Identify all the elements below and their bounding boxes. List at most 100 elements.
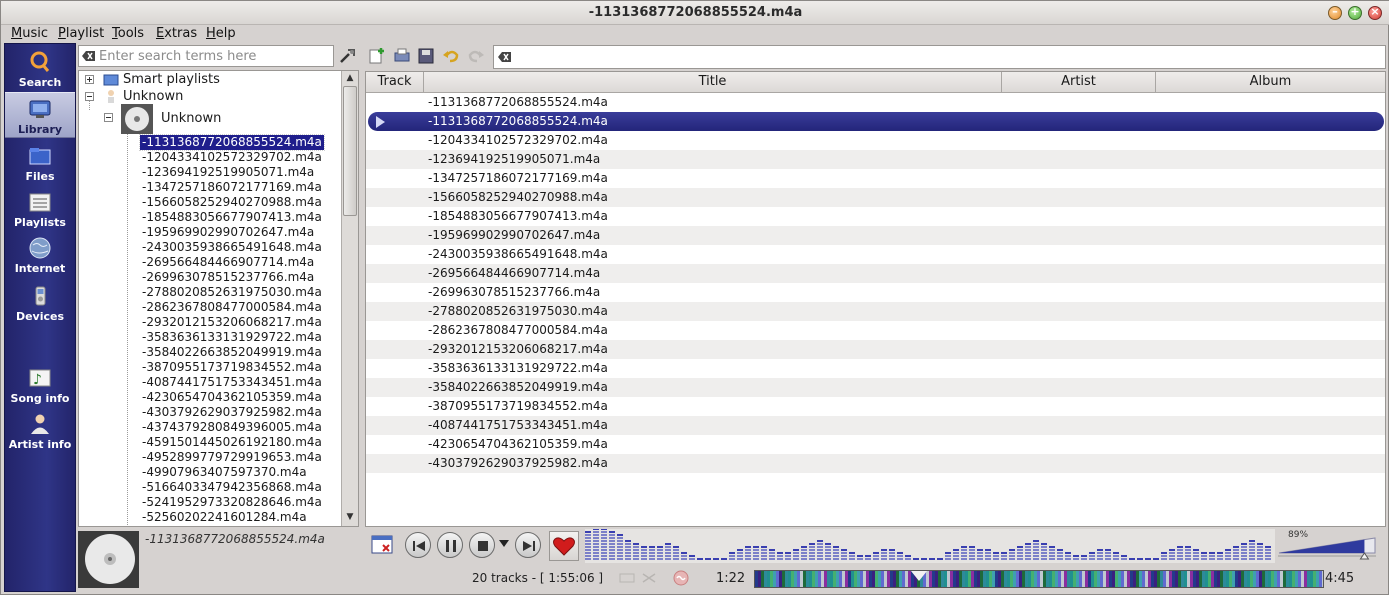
library-track-item[interactable]: -1566058252940270988.m4a [140, 195, 324, 210]
playlist-row[interactable]: -3583636133131929722.m4a [366, 359, 1385, 378]
tab-files[interactable]: Files [5, 140, 75, 186]
library-track-item[interactable]: -5241952973320828646.m4a [140, 495, 324, 510]
repeat-icon[interactable] [641, 572, 657, 584]
playlist-row[interactable]: -1204334102572329702.m4a [366, 131, 1385, 150]
playlist-row[interactable]: -2430035938665491648.m4a [366, 245, 1385, 264]
playlist-row[interactable]: -4303792629037925982.m4a [366, 454, 1385, 473]
tree-album-unknown[interactable]: Unknown [104, 104, 334, 134]
playlist-row[interactable]: -4087441751753343451.m4a [366, 416, 1385, 435]
library-track-item[interactable]: -4303792629037925982.m4a [140, 405, 324, 420]
scroll-up-icon[interactable]: ▲ [344, 73, 356, 85]
menu-playlist[interactable]: Playlist [58, 26, 104, 41]
playlist-row[interactable]: -195969902990702647.m4a [366, 226, 1385, 245]
next-button[interactable] [515, 532, 541, 558]
love-button[interactable] [549, 531, 579, 561]
scrollbar-thumb[interactable] [343, 86, 357, 216]
library-track-item[interactable]: -2932012153206068217.m4a [140, 315, 324, 330]
menu-help[interactable]: Help [206, 26, 236, 41]
stop-button[interactable] [469, 532, 495, 558]
tree-artist-unknown[interactable]: Unknown [85, 89, 335, 104]
library-track-item[interactable]: -1131368772068855524.m4a [139, 134, 325, 151]
column-artist[interactable]: Artist [1002, 72, 1156, 93]
collapse-icon[interactable] [85, 92, 94, 101]
playlist-row[interactable]: -1854883056677907413.m4a [366, 207, 1385, 226]
seek-handle[interactable] [910, 571, 927, 581]
library-track-item[interactable]: -3583636133131929722.m4a [140, 330, 324, 345]
playlist-filter-input[interactable] [514, 49, 1374, 65]
expand-icon[interactable] [85, 75, 94, 84]
playlist-row[interactable]: -4230654704362105359.m4a [366, 435, 1385, 454]
tab-playlists[interactable]: Playlists [5, 186, 75, 232]
lastfm-icon[interactable] [673, 570, 689, 586]
library-track-item[interactable]: -52560202241601284.m4a [140, 510, 309, 525]
library-search-input[interactable] [99, 48, 329, 64]
playlist-row[interactable]: -1131368772068855524.m4a [368, 112, 1384, 131]
library-track-item[interactable]: -4952899779729919653.m4a [140, 450, 324, 465]
library-track-item[interactable]: -2862367808477000584.m4a [140, 300, 324, 315]
playlist-row[interactable]: -3584022663852049919.m4a [366, 378, 1385, 397]
library-track-item[interactable]: -1347257186072177169.m4a [140, 180, 324, 195]
playlist-row[interactable]: -123694192519905071.m4a [366, 150, 1385, 169]
collapse-icon[interactable] [104, 113, 113, 122]
menu-tools[interactable]: Tools [112, 26, 144, 41]
new-playlist-icon[interactable] [368, 47, 386, 65]
library-track-item[interactable]: -123694192519905071.m4a [140, 165, 316, 180]
library-track-item[interactable]: -3870955173719834552.m4a [140, 360, 324, 375]
playlist-row[interactable]: -1131368772068855524.m4a [366, 93, 1385, 112]
volume-slider[interactable] [1278, 536, 1376, 560]
library-track-item[interactable]: -2430035938665491648.m4a [140, 240, 324, 255]
clear-search-icon[interactable] [82, 50, 95, 62]
load-playlist-icon[interactable] [393, 47, 411, 65]
library-track-item[interactable]: -4230654704362105359.m4a [140, 390, 324, 405]
playlist-row[interactable]: -3870955173719834552.m4a [366, 397, 1385, 416]
scroll-down-icon[interactable]: ▼ [344, 512, 356, 524]
minimize-button[interactable]: – [1328, 5, 1342, 20]
tree-scrollbar[interactable]: ▲ ▼ [341, 71, 358, 526]
menu-music[interactable]: Music [11, 26, 48, 41]
library-track-item[interactable]: -1204334102572329702.m4a [140, 150, 324, 165]
column-track[interactable]: Track [366, 72, 424, 93]
menu-extras[interactable]: Extras [156, 26, 197, 41]
tab-library[interactable]: Library [5, 92, 75, 138]
maximize-button[interactable]: + [1348, 5, 1362, 20]
playlist-row[interactable]: -1566058252940270988.m4a [366, 188, 1385, 207]
playlist-row[interactable]: -2862367808477000584.m4a [366, 321, 1385, 340]
column-album[interactable]: Album [1156, 72, 1385, 93]
close-button[interactable]: × [1368, 5, 1382, 20]
previous-button[interactable] [405, 532, 431, 558]
playlist-row[interactable]: -269963078515237766.m4a [366, 283, 1385, 302]
tab-devices[interactable]: Devices [5, 280, 75, 326]
library-track-item[interactable]: -269566484466907714.m4a [140, 255, 316, 270]
clear-playlist-icon[interactable] [371, 534, 393, 556]
chevron-down-icon[interactable] [499, 540, 509, 548]
tab-artist-info[interactable]: Artist info [5, 408, 75, 454]
tab-song-info[interactable]: ♪ Song info [5, 362, 75, 408]
redo-icon[interactable] [467, 47, 485, 65]
tab-search[interactable]: Search [5, 46, 75, 92]
column-title[interactable]: Title [424, 72, 1002, 93]
library-track-item[interactable]: -269963078515237766.m4a [140, 270, 316, 285]
seek-bar[interactable] [754, 570, 1324, 588]
shuffle-icon[interactable] [619, 572, 635, 584]
library-track-item[interactable]: -3584022663852049919.m4a [140, 345, 324, 360]
clear-filter-icon[interactable] [498, 51, 511, 63]
playlist-row[interactable]: -269566484466907714.m4a [366, 264, 1385, 283]
undo-icon[interactable] [442, 47, 460, 65]
library-track-item[interactable]: -4591501445026192180.m4a [140, 435, 324, 450]
library-track-item[interactable]: -2788020852631975030.m4a [140, 285, 324, 300]
library-track-item[interactable]: -5166403347942356868.m4a [140, 480, 324, 495]
playlist-row[interactable]: -2932012153206068217.m4a [366, 340, 1385, 359]
playlist-row[interactable]: -1347257186072177169.m4a [366, 169, 1385, 188]
library-track-item[interactable]: -4374379280849396005.m4a [140, 420, 324, 435]
library-track-item[interactable]: -49907963407597370.m4a [140, 465, 309, 480]
tab-internet[interactable]: Internet [5, 232, 75, 278]
library-track-item[interactable]: -1854883056677907413.m4a [140, 210, 324, 225]
save-playlist-icon[interactable] [417, 47, 435, 65]
playlist-row[interactable]: -2788020852631975030.m4a [366, 302, 1385, 321]
pause-button[interactable] [437, 532, 463, 558]
library-track-item[interactable]: -4087441751753343451.m4a [140, 375, 324, 390]
volume-control[interactable]: 89% [1272, 530, 1380, 562]
library-track-item[interactable]: -195969902990702647.m4a [140, 225, 316, 240]
library-config-icon[interactable] [338, 46, 358, 66]
tree-smart-playlists[interactable]: Smart playlists [85, 72, 335, 87]
